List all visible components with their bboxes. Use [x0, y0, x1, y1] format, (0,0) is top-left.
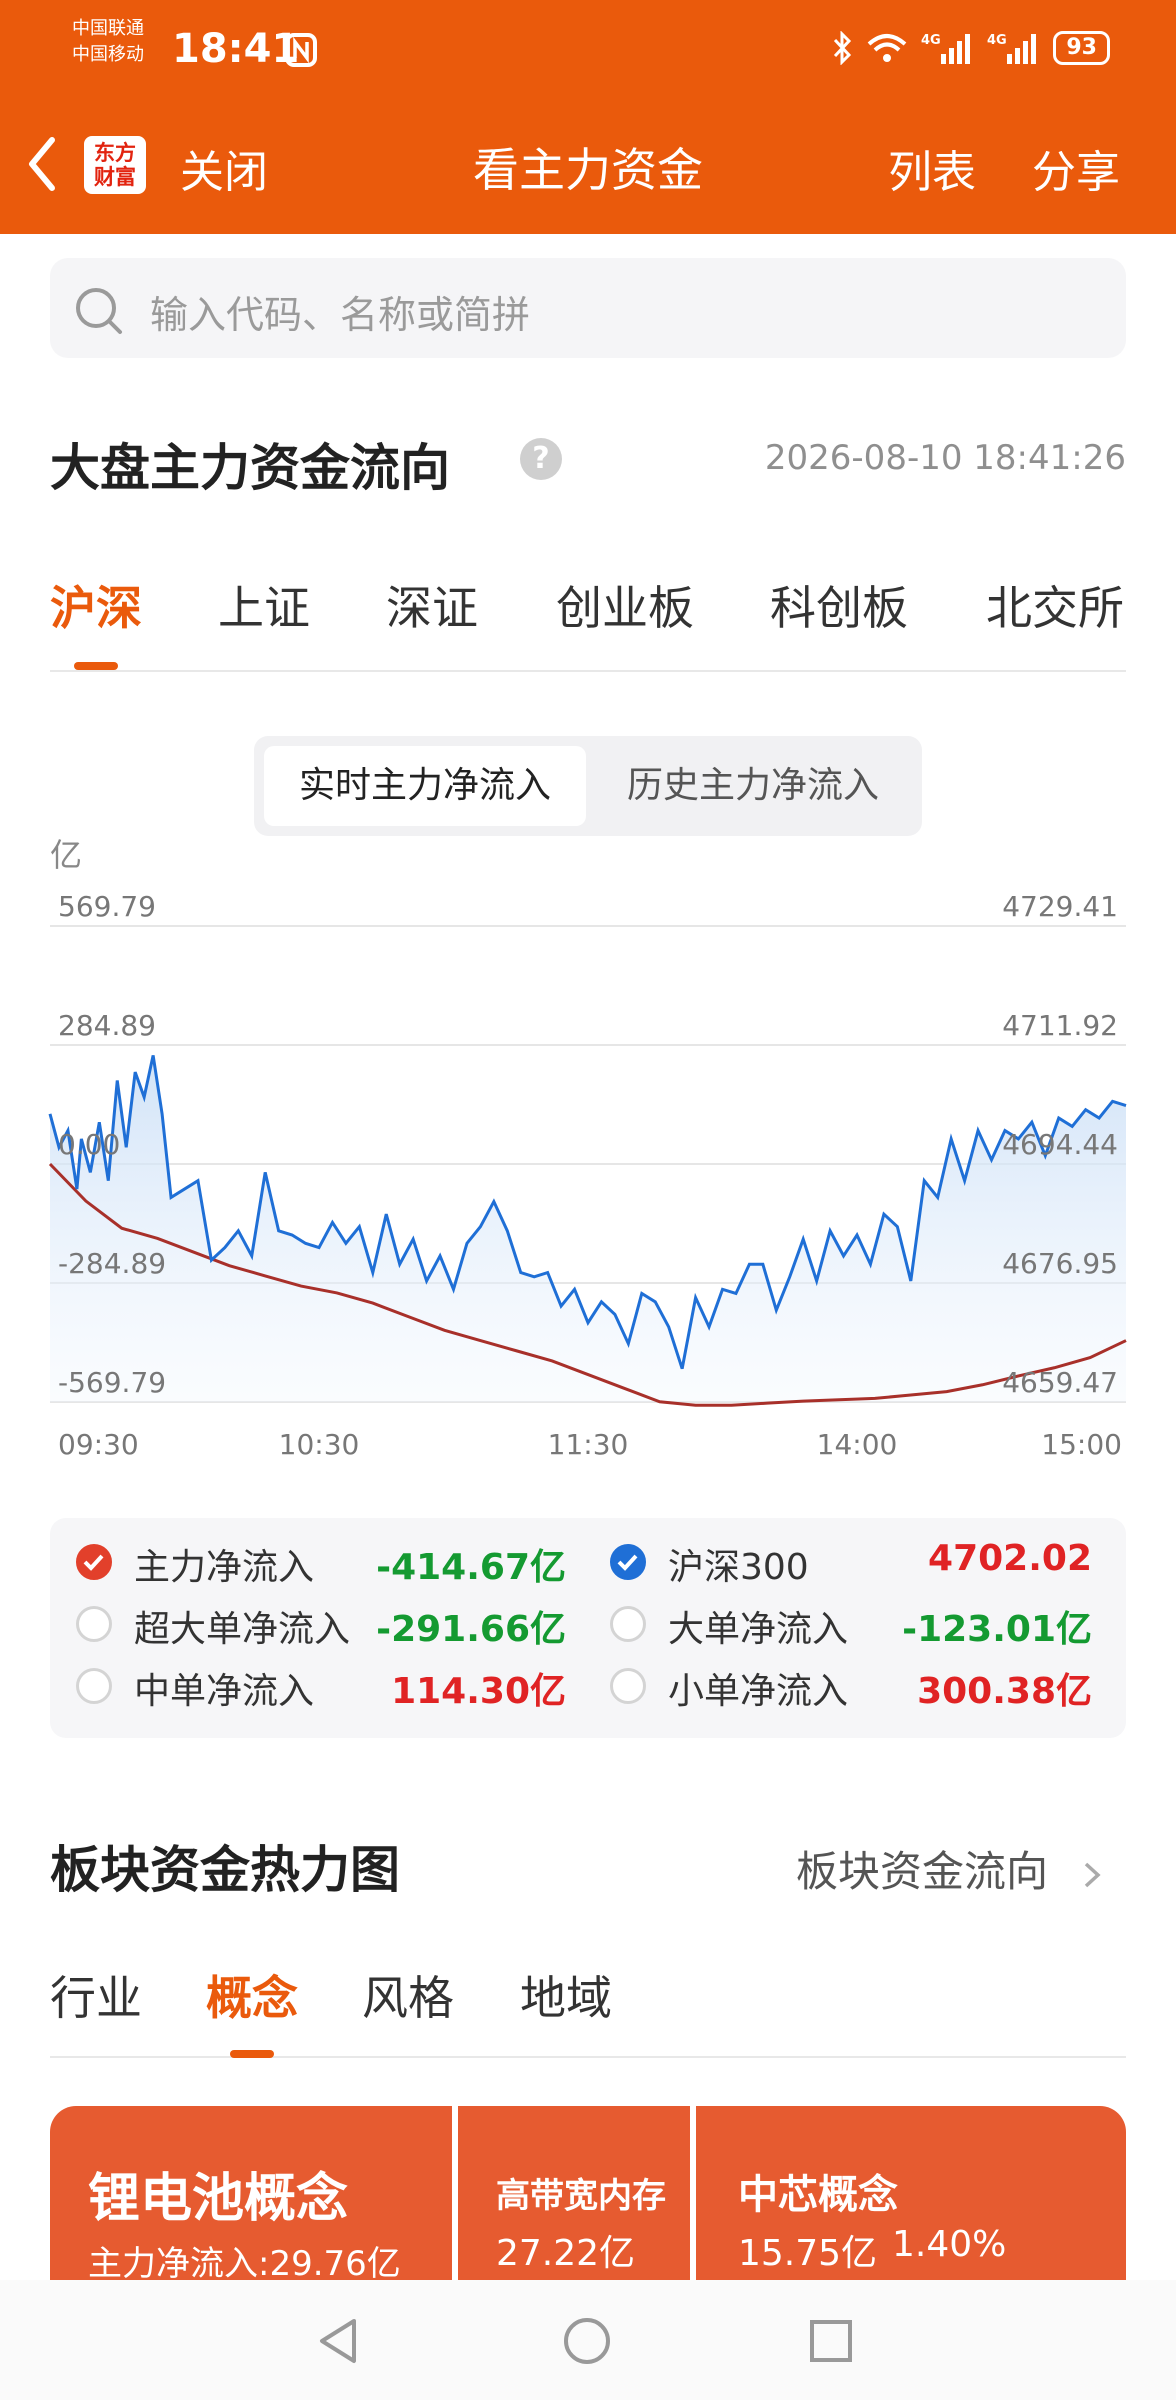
tile-name: 高带宽内存 [496, 2176, 666, 2216]
status-time: 18:41 [172, 26, 300, 72]
tab-shenzheng[interactable]: 深证 [386, 572, 478, 638]
market-flow-title: 大盘主力资金流向 [50, 439, 450, 497]
home-circle-icon[interactable] [562, 2316, 612, 2366]
right-tick-label: 4676.95 [1002, 1247, 1118, 1280]
heatmap-tile[interactable]: 高带宽内存 27.22亿 [458, 2106, 690, 2286]
network-1-label: 4G [921, 33, 941, 48]
tab-shangzheng[interactable]: 上证 [218, 572, 310, 638]
x-tick-label: 09:30 [58, 1428, 139, 1461]
tile-value: 27.22亿 [496, 2233, 636, 2274]
search-input[interactable]: 输入代码、名称或简拼 [150, 284, 530, 339]
carrier-2: 中国移动 [72, 44, 144, 65]
network-2-label: 4G [987, 33, 1007, 48]
help-glyph: ? [532, 441, 550, 476]
x-tick-label: 11:30 [548, 1428, 629, 1461]
active-tab-indicator [230, 2050, 274, 2058]
sector-flow-link[interactable]: 板块资金流向 [796, 1838, 1107, 1899]
left-tick-label: -569.79 [58, 1366, 166, 1399]
super-large-flow-checkbox[interactable] [76, 1606, 112, 1642]
y-unit-label: 亿 [50, 836, 82, 874]
market-tabs: 沪深 上证 深证 创业板 科创板 北交所 [50, 572, 1126, 672]
main-flow-checkbox[interactable] [76, 1544, 112, 1580]
legend-label: 中单净流入 [134, 1671, 315, 1712]
large-flow-checkbox[interactable] [610, 1606, 646, 1642]
tile-pct: 1.40% [892, 2224, 1007, 2265]
history-flow-button[interactable]: 历史主力净流入 [594, 746, 912, 826]
heatmap-title: 板块资金热力图 [50, 1841, 400, 1899]
sector-flow-link-label: 板块资金流向 [796, 1847, 1049, 1896]
legend-value: 300.38亿 [917, 1671, 1092, 1712]
legend-label: 小单净流入 [668, 1671, 849, 1712]
legend-label: 沪深300 [668, 1547, 809, 1588]
tab-hushen[interactable]: 沪深 [50, 572, 142, 638]
x-tick-label: 14:00 [817, 1428, 898, 1461]
small-flow-checkbox[interactable] [610, 1668, 646, 1704]
back-triangle-icon[interactable] [316, 2316, 360, 2366]
nfc-icon [285, 33, 317, 67]
legend-label: 主力净流入 [134, 1547, 315, 1588]
list-button[interactable]: 列表 [888, 136, 976, 200]
chevron-right-icon [1085, 1862, 1101, 1887]
check-icon [617, 1554, 638, 1571]
heatmap-tile[interactable]: 锂电池概念 主力净流入:29.76亿 [50, 2106, 452, 2286]
realtime-flow-button[interactable]: 实时主力净流入 [264, 746, 586, 826]
battery-icon: 93 [1053, 31, 1110, 65]
search-icon [76, 288, 122, 334]
tab-chuangyeban[interactable]: 创业板 [556, 572, 694, 638]
hs300-checkbox[interactable] [610, 1544, 646, 1580]
chart-legend: 主力净流入 -414.67亿 沪深300 4702.02 超大单净流入 -291… [50, 1518, 1126, 1738]
left-tick-label: 284.89 [58, 1009, 156, 1042]
flow-area [50, 1055, 1126, 1402]
tab-region[interactable]: 地域 [520, 1962, 612, 2028]
legend-value: 4702.02 [928, 1538, 1092, 1579]
check-icon [83, 1554, 104, 1571]
signal-icon: 4G [921, 33, 971, 64]
recents-square-icon[interactable] [808, 2318, 854, 2364]
right-tick-label: 4729.41 [1002, 890, 1118, 923]
update-timestamp: 2026-08-10 18:41:26 [764, 438, 1126, 478]
tab-kechuangban[interactable]: 科创板 [770, 572, 908, 638]
system-nav-bar [0, 2280, 1176, 2400]
share-button[interactable]: 分享 [1032, 136, 1120, 200]
heatmap-tabs: 行业 概念 风格 地域 [50, 1962, 1126, 2058]
legend-value: 114.30亿 [391, 1671, 566, 1712]
medium-flow-checkbox[interactable] [76, 1668, 112, 1704]
tile-value: 15.75亿 [738, 2233, 878, 2274]
capital-flow-chart: 亿 569.79 4729.41 284.89 4711.92 0.00 4694.44 -… [48, 836, 1127, 1461]
right-tick-label: 4694.44 [1002, 1128, 1118, 1161]
x-tick-label: 15:00 [1041, 1428, 1122, 1461]
status-icons: 4G 4G 93 [831, 28, 1110, 68]
right-tick-label: 4659.47 [1002, 1366, 1118, 1399]
tab-industry[interactable]: 行业 [50, 1962, 142, 2028]
battery-level: 93 [1066, 35, 1097, 60]
active-tab-indicator [74, 662, 118, 670]
help-icon[interactable]: ? [520, 438, 562, 480]
main-flow-area [50, 1055, 1126, 1402]
tile-value: 主力净流入:29.76亿 [88, 2244, 401, 2284]
carrier-1: 中国联通 [72, 18, 144, 39]
legend-label: 大单净流入 [668, 1609, 849, 1650]
tab-style[interactable]: 风格 [362, 1962, 454, 2028]
left-tick-label: -284.89 [58, 1247, 166, 1280]
wifi-icon [868, 34, 907, 62]
legend-value: -414.67亿 [376, 1547, 566, 1588]
x-tick-label: 10:30 [279, 1428, 360, 1461]
search-bar[interactable]: 输入代码、名称或简拼 [50, 258, 1126, 358]
left-tick-label: 569.79 [58, 890, 156, 923]
tile-name: 中芯概念 [738, 2172, 898, 2218]
legend-value: -123.01亿 [902, 1609, 1092, 1650]
right-tick-label: 4711.92 [1002, 1009, 1118, 1042]
tab-beijiaosuo[interactable]: 北交所 [986, 572, 1124, 638]
left-tick-label: 0.00 [58, 1128, 120, 1161]
legend-value: -291.66亿 [376, 1609, 566, 1650]
signal-icon: 4G [987, 33, 1037, 64]
bluetooth-icon [834, 31, 852, 65]
tab-concept[interactable]: 概念 [206, 1962, 298, 2028]
page-title: 看主力资金 [473, 143, 703, 197]
tile-name: 锂电池概念 [88, 2169, 349, 2229]
app-header: 中国联通 中国移动 18:41 4G 4G 93 东方 财富 关闭 看主力资金 … [0, 0, 1176, 234]
heatmap-tile[interactable]: 中芯概念 15.75亿 1.40% [696, 2106, 1126, 2286]
legend-label: 超大单净流入 [134, 1609, 351, 1650]
